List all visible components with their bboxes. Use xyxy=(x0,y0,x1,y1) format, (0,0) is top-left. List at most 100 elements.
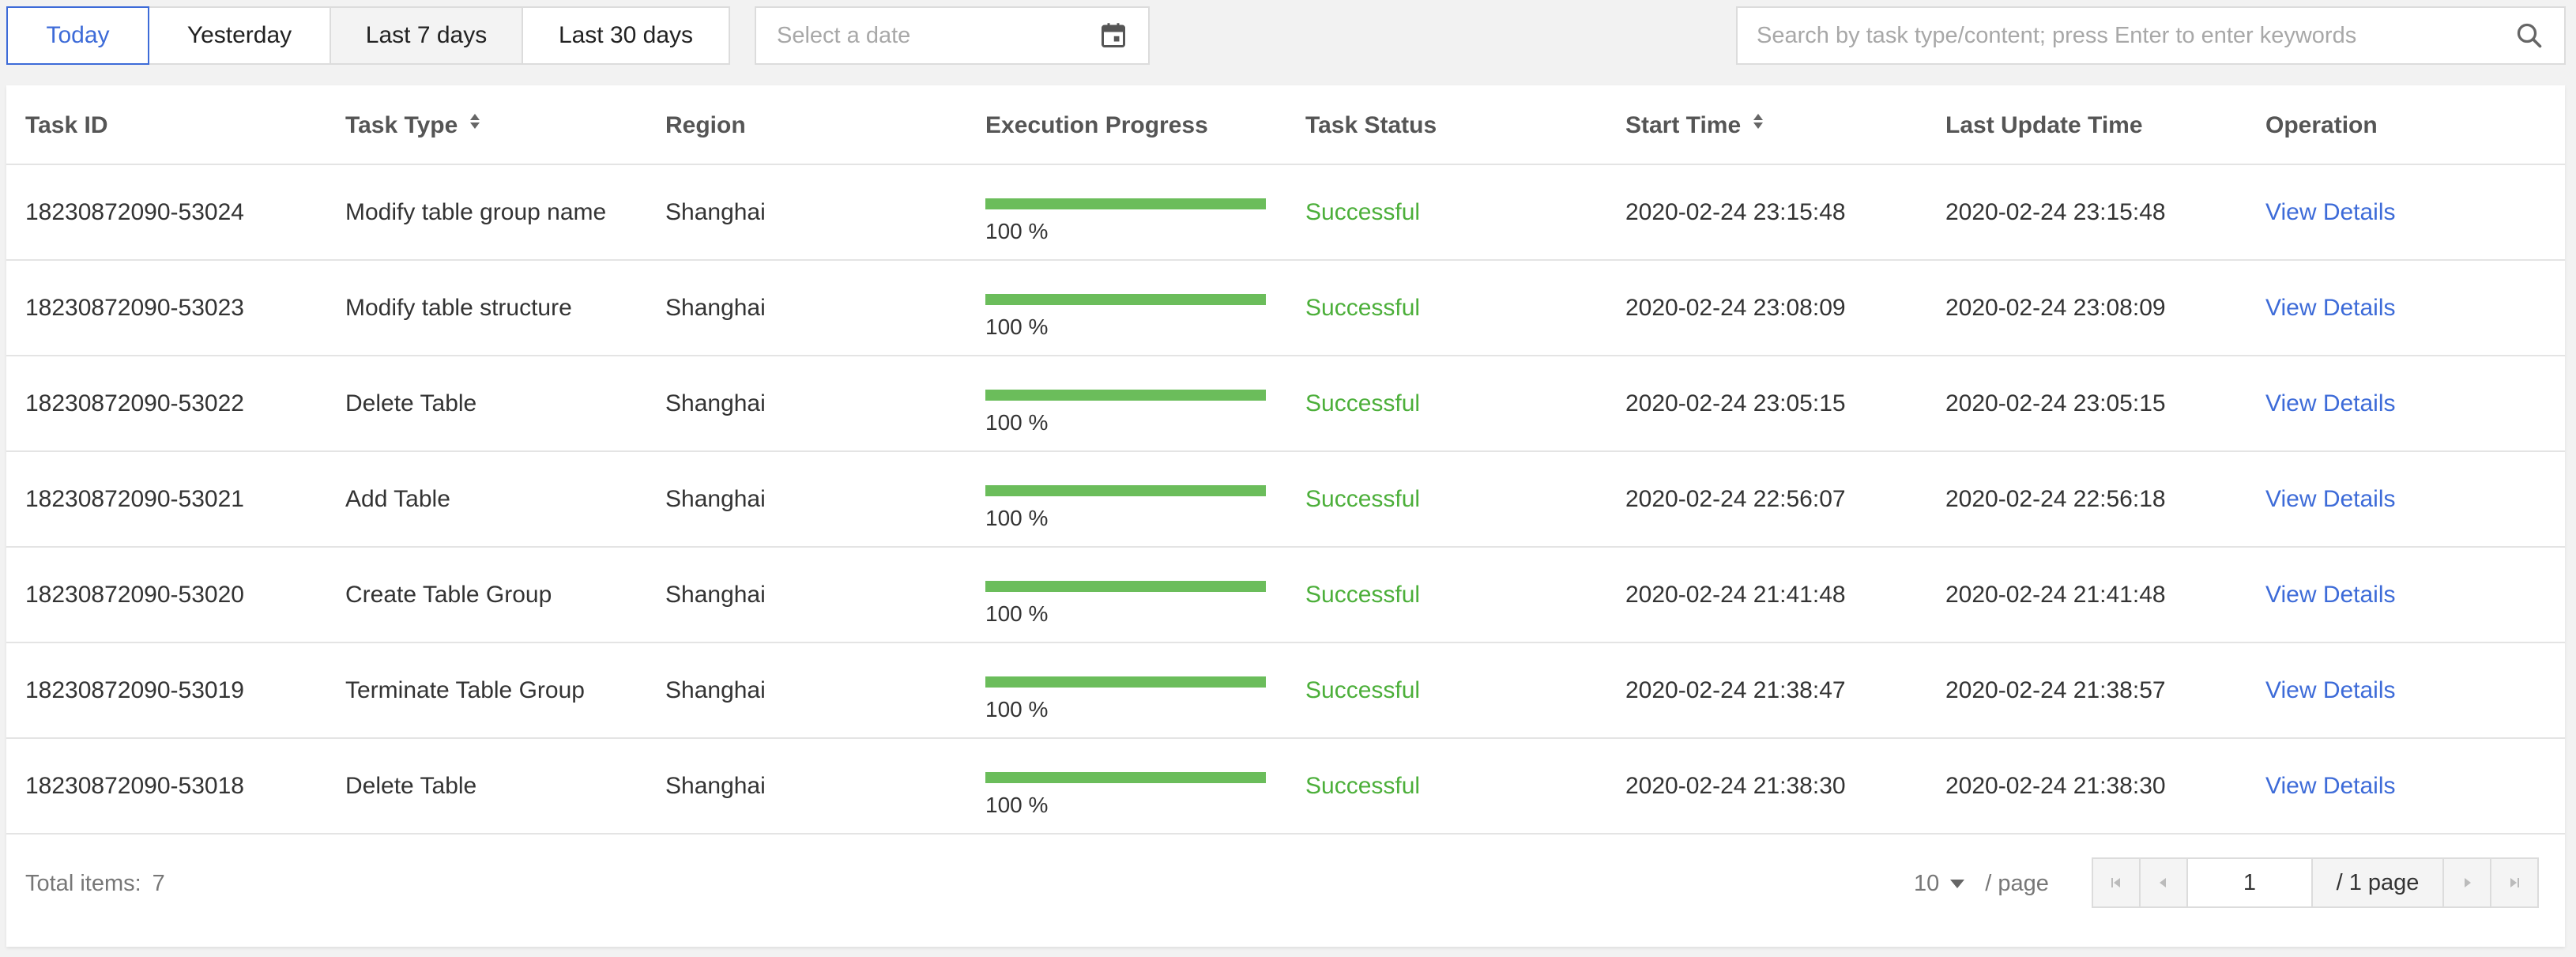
page-size-select[interactable]: 10 xyxy=(1914,870,1965,897)
col-progress: Execution Progress xyxy=(985,85,1208,165)
cell-task-type: Terminate Table Group xyxy=(345,676,585,703)
cell-last-update: 2020-02-24 21:38:57 xyxy=(1945,676,2166,703)
progress-bar xyxy=(985,676,1266,688)
sort-icon[interactable] xyxy=(1753,110,1764,134)
table-row: 18230872090-53020 Create Table Group Sha… xyxy=(6,548,2565,643)
table-footer: Total items: 7 10 / page 1 / 1 page xyxy=(6,836,2565,947)
cell-start-time: 2020-02-24 23:08:09 xyxy=(1625,294,1846,321)
sort-icon[interactable] xyxy=(470,110,480,134)
table-row: 18230872090-53024 Modify table group nam… xyxy=(6,165,2565,261)
progress-label: 100 % xyxy=(985,601,1049,626)
col-status-label: Task Status xyxy=(1305,111,1437,138)
view-details-link[interactable]: View Details xyxy=(2265,356,2396,450)
progress-bar-fill xyxy=(985,676,1266,688)
cell-start-time: 2020-02-24 21:38:30 xyxy=(1625,772,1846,799)
col-task-type[interactable]: Task Type xyxy=(345,85,480,165)
view-details-link[interactable]: View Details xyxy=(2265,643,2396,737)
progress-label: 100 % xyxy=(985,505,1049,530)
date-picker[interactable]: Select a date xyxy=(755,6,1150,65)
cell-status: Successful xyxy=(1305,294,1421,321)
progress-bar xyxy=(985,293,1266,305)
cell-region: Shanghai xyxy=(665,676,766,703)
col-task-id-label: Task ID xyxy=(25,111,108,138)
range-last-7-days-button[interactable]: Last 7 days xyxy=(330,6,523,65)
cell-task-id: 18230872090-53022 xyxy=(25,390,244,416)
cell-status: Successful xyxy=(1305,772,1421,799)
col-task-type-label: Task Type xyxy=(345,111,458,138)
chevron-down-icon xyxy=(1950,879,1965,888)
cell-progress: 100 % xyxy=(985,165,1266,259)
progress-bar-fill xyxy=(985,198,1266,209)
view-details-link[interactable]: View Details xyxy=(2265,261,2396,355)
progress-bar xyxy=(985,198,1266,209)
search-input[interactable]: Search by task type/content; press Enter… xyxy=(1757,23,2514,49)
cell-task-id: 18230872090-53018 xyxy=(25,772,244,799)
prev-page-icon xyxy=(2160,878,2166,887)
progress-bar-fill xyxy=(985,771,1266,783)
cell-status: Successful xyxy=(1305,390,1421,416)
cell-task-id: 18230872090-53024 xyxy=(25,198,244,225)
view-details-link[interactable]: View Details xyxy=(2265,739,2396,833)
range-today-button[interactable]: Today xyxy=(6,6,149,65)
view-details-link[interactable]: View Details xyxy=(2265,165,2396,259)
range-last-30-days-button[interactable]: Last 30 days xyxy=(522,6,730,65)
search-icon[interactable] xyxy=(2514,20,2545,51)
col-task-id: Task ID xyxy=(25,85,108,165)
cell-status: Successful xyxy=(1305,581,1421,608)
first-page-icon xyxy=(2111,878,2120,887)
cell-progress: 100 % xyxy=(985,739,1266,833)
col-region: Region xyxy=(665,85,746,165)
cell-task-type: Delete Table xyxy=(345,390,477,416)
progress-bar-fill xyxy=(985,389,1266,401)
table-row: 18230872090-53018 Delete Table Shanghai … xyxy=(6,739,2565,835)
progress-bar xyxy=(985,484,1266,496)
progress-bar-fill xyxy=(985,293,1266,305)
cell-task-id: 18230872090-53023 xyxy=(25,294,244,321)
last-page-icon xyxy=(2510,878,2519,887)
cell-last-update: 2020-02-24 23:08:09 xyxy=(1945,294,2166,321)
cell-region: Shanghai xyxy=(665,772,766,799)
total-pages: / 1 page xyxy=(2311,857,2444,908)
cell-task-type: Add Table xyxy=(345,485,450,512)
cell-start-time: 2020-02-24 21:41:48 xyxy=(1625,581,1846,608)
total-items: Total items: 7 xyxy=(25,836,165,931)
next-page-button[interactable] xyxy=(2442,857,2491,908)
cell-last-update: 2020-02-24 21:41:48 xyxy=(1945,581,2166,608)
cell-last-update: 2020-02-24 23:15:48 xyxy=(1945,198,2166,225)
progress-bar xyxy=(985,389,1266,401)
cell-start-time: 2020-02-24 21:38:47 xyxy=(1625,676,1846,703)
calendar-icon[interactable] xyxy=(1099,21,1128,50)
cell-task-id: 18230872090-53020 xyxy=(25,581,244,608)
pagination: 1 / 1 page xyxy=(2092,857,2539,908)
cell-last-update: 2020-02-24 23:05:15 xyxy=(1945,390,2166,416)
cell-region: Shanghai xyxy=(665,198,766,225)
cell-progress: 100 % xyxy=(985,356,1266,450)
table-row: 18230872090-53019 Terminate Table Group … xyxy=(6,643,2565,739)
cell-task-type: Delete Table xyxy=(345,772,477,799)
col-status: Task Status xyxy=(1305,85,1437,165)
page-size-value: 10 xyxy=(1914,870,1940,896)
search-box[interactable]: Search by task type/content; press Enter… xyxy=(1736,6,2566,65)
cell-start-time: 2020-02-24 23:15:48 xyxy=(1625,198,1846,225)
table-body: 18230872090-53024 Modify table group nam… xyxy=(6,165,2565,835)
cell-start-time: 2020-02-24 22:56:07 xyxy=(1625,485,1846,512)
cell-region: Shanghai xyxy=(665,485,766,512)
col-region-label: Region xyxy=(665,111,746,138)
range-yesterday-button[interactable]: Yesterday xyxy=(148,6,331,65)
prev-page-button[interactable] xyxy=(2139,857,2188,908)
next-page-icon xyxy=(2465,878,2471,887)
cell-task-type: Modify table structure xyxy=(345,294,572,321)
cell-progress: 100 % xyxy=(985,452,1266,546)
col-operation: Operation xyxy=(2265,85,2378,165)
view-details-link[interactable]: View Details xyxy=(2265,548,2396,642)
col-start-time-label: Start Time xyxy=(1625,111,1742,138)
first-page-button[interactable] xyxy=(2092,857,2141,908)
col-start-time[interactable]: Start Time xyxy=(1625,85,1764,165)
total-items-count: 7 xyxy=(152,870,165,896)
page-number-input[interactable]: 1 xyxy=(2186,857,2313,908)
view-details-link[interactable]: View Details xyxy=(2265,452,2396,546)
last-page-button[interactable] xyxy=(2490,857,2539,908)
cell-region: Shanghai xyxy=(665,294,766,321)
cell-progress: 100 % xyxy=(985,548,1266,642)
cell-region: Shanghai xyxy=(665,581,766,608)
